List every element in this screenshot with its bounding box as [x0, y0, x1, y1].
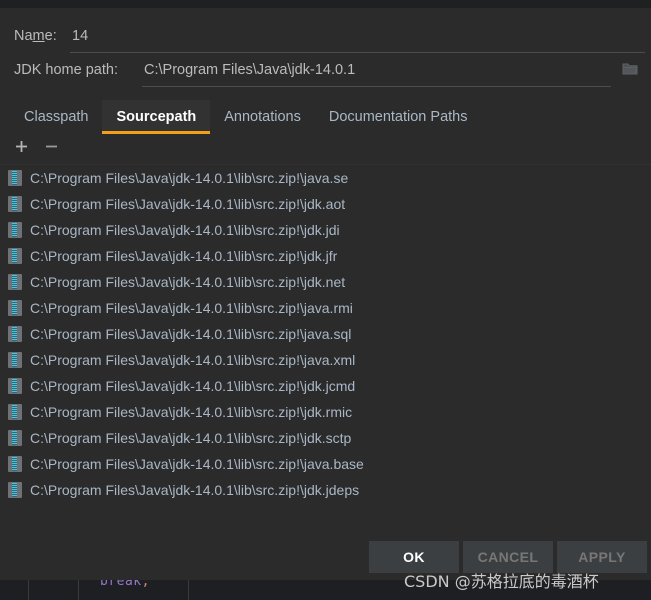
tab-sourcepath[interactable]: Sourcepath — [102, 100, 211, 134]
name-label: Name: — [6, 24, 70, 46]
sourcepath-list-item[interactable]: C:\Program Files\Java\jdk-14.0.1\lib\src… — [0, 295, 651, 321]
name-label-mnemonic: m — [32, 28, 45, 44]
sourcepath-list-item[interactable]: C:\Program Files\Java\jdk-14.0.1\lib\src… — [0, 399, 651, 425]
tab-documentation-paths[interactable]: Documentation Paths — [315, 100, 482, 134]
sourcepath-list-item-label: C:\Program Files\Java\jdk-14.0.1\lib\src… — [30, 196, 346, 212]
sourcepath-list-item-label: C:\Program Files\Java\jdk-14.0.1\lib\src… — [30, 352, 356, 368]
name-input-wrap: 14 — [70, 24, 645, 53]
sourcepath-list-item[interactable]: C:\Program Files\Java\jdk-14.0.1\lib\src… — [0, 347, 651, 373]
zip-file-icon — [8, 378, 22, 394]
jdk-home-path-input[interactable]: C:\Program Files\Java\jdk-14.0.1 — [142, 58, 611, 86]
editor-gutter-divider — [78, 578, 79, 600]
sourcepath-list-item[interactable]: C:\Program Files\Java\jdk-14.0.1\lib\src… — [0, 373, 651, 399]
zip-file-icon — [8, 404, 22, 420]
editor-fold-divider — [188, 578, 189, 600]
sourcepath-list-item-label: C:\Program Files\Java\jdk-14.0.1\lib\src… — [30, 482, 360, 498]
sourcepath-list-item-label: C:\Program Files\Java\jdk-14.0.1\lib\src… — [30, 326, 352, 342]
zip-file-icon — [8, 352, 22, 368]
name-field-row: Name: 14 — [0, 8, 651, 53]
name-input-underline — [70, 52, 645, 53]
csdn-watermark: CSDN @苏格拉底的毒酒杯 — [404, 572, 599, 591]
zip-file-icon — [8, 222, 22, 238]
sdk-configuration-dialog: Name: 14 JDK home path: C:\Program Files… — [0, 0, 651, 580]
sourcepath-list-item[interactable]: C:\Program Files\Java\jdk-14.0.1\lib\src… — [0, 243, 651, 269]
jdk-home-path-underline — [142, 86, 611, 87]
sourcepath-list[interactable]: C:\Program Files\Java\jdk-14.0.1\lib\src… — [0, 164, 651, 534]
sourcepath-list-item-label: C:\Program Files\Java\jdk-14.0.1\lib\src… — [30, 300, 353, 316]
name-label-part2: e: — [44, 28, 57, 44]
name-label-part1: Na — [14, 28, 33, 44]
sourcepath-list-item[interactable]: C:\Program Files\Java\jdk-14.0.1\lib\src… — [0, 191, 651, 217]
add-path-button[interactable] — [6, 136, 36, 162]
remove-path-button[interactable] — [36, 136, 66, 162]
minus-icon — [45, 140, 58, 158]
dialog-top-strip — [0, 0, 651, 8]
zip-file-icon — [8, 170, 22, 186]
sourcepath-list-item[interactable]: C:\Program Files\Java\jdk-14.0.1\lib\src… — [0, 217, 651, 243]
sourcepath-list-item-label: C:\Program Files\Java\jdk-14.0.1\lib\src… — [30, 378, 356, 394]
sourcepath-list-item-label: C:\Program Files\Java\jdk-14.0.1\lib\src… — [30, 430, 352, 446]
tab-classpath[interactable]: Classpath — [10, 100, 102, 134]
sourcepath-list-item[interactable]: C:\Program Files\Java\jdk-14.0.1\lib\src… — [0, 321, 651, 347]
sourcepath-list-item[interactable]: C:\Program Files\Java\jdk-14.0.1\lib\src… — [0, 477, 651, 503]
plus-icon — [15, 140, 28, 158]
browse-folder-button[interactable] — [615, 56, 645, 86]
zip-file-icon — [8, 300, 22, 316]
sourcepath-list-item-label: C:\Program Files\Java\jdk-14.0.1\lib\src… — [30, 404, 353, 420]
tab-annotations[interactable]: Annotations — [210, 100, 315, 134]
sourcepath-list-item[interactable]: C:\Program Files\Java\jdk-14.0.1\lib\src… — [0, 165, 651, 191]
jdk-home-path-label: JDK home path: — [14, 62, 118, 78]
folder-icon — [621, 61, 639, 82]
tab-sourcepath-label: Sourcepath — [116, 109, 197, 125]
zip-file-icon — [8, 456, 22, 472]
sourcepath-list-toolbar — [0, 134, 651, 164]
sourcepath-list-item[interactable]: C:\Program Files\Java\jdk-14.0.1\lib\src… — [0, 425, 651, 451]
zip-file-icon — [8, 430, 22, 446]
jdk-home-path-input-wrap: C:\Program Files\Java\jdk-14.0.1 — [142, 58, 611, 87]
sourcepath-list-item-label: C:\Program Files\Java\jdk-14.0.1\lib\src… — [30, 248, 338, 264]
zip-file-icon — [8, 482, 22, 498]
name-input[interactable]: 14 — [70, 24, 645, 52]
editor-gutter-divider — [28, 578, 29, 600]
sourcepath-list-item-label: C:\Program Files\Java\jdk-14.0.1\lib\src… — [30, 274, 346, 290]
sourcepath-list-item-label: C:\Program Files\Java\jdk-14.0.1\lib\src… — [30, 170, 349, 186]
tab-classpath-label: Classpath — [24, 109, 89, 125]
zip-file-icon — [8, 196, 22, 212]
tab-annotations-label: Annotations — [224, 109, 301, 125]
zip-file-icon — [8, 248, 22, 264]
tab-documentation-paths-label: Documentation Paths — [328, 109, 468, 125]
sourcepath-list-item-label: C:\Program Files\Java\jdk-14.0.1\lib\src… — [30, 222, 340, 238]
zip-file-icon — [8, 274, 22, 290]
sourcepath-list-item[interactable]: C:\Program Files\Java\jdk-14.0.1\lib\src… — [0, 269, 651, 295]
sourcepath-list-item[interactable]: C:\Program Files\Java\jdk-14.0.1\lib\src… — [0, 451, 651, 477]
zip-file-icon — [8, 326, 22, 342]
path-type-tab-bar: Classpath Sourcepath Annotations Documen… — [0, 98, 651, 134]
sourcepath-list-item-label: C:\Program Files\Java\jdk-14.0.1\lib\src… — [30, 456, 364, 472]
jdk-home-path-row: JDK home path: C:\Program Files\Java\jdk… — [0, 50, 651, 94]
